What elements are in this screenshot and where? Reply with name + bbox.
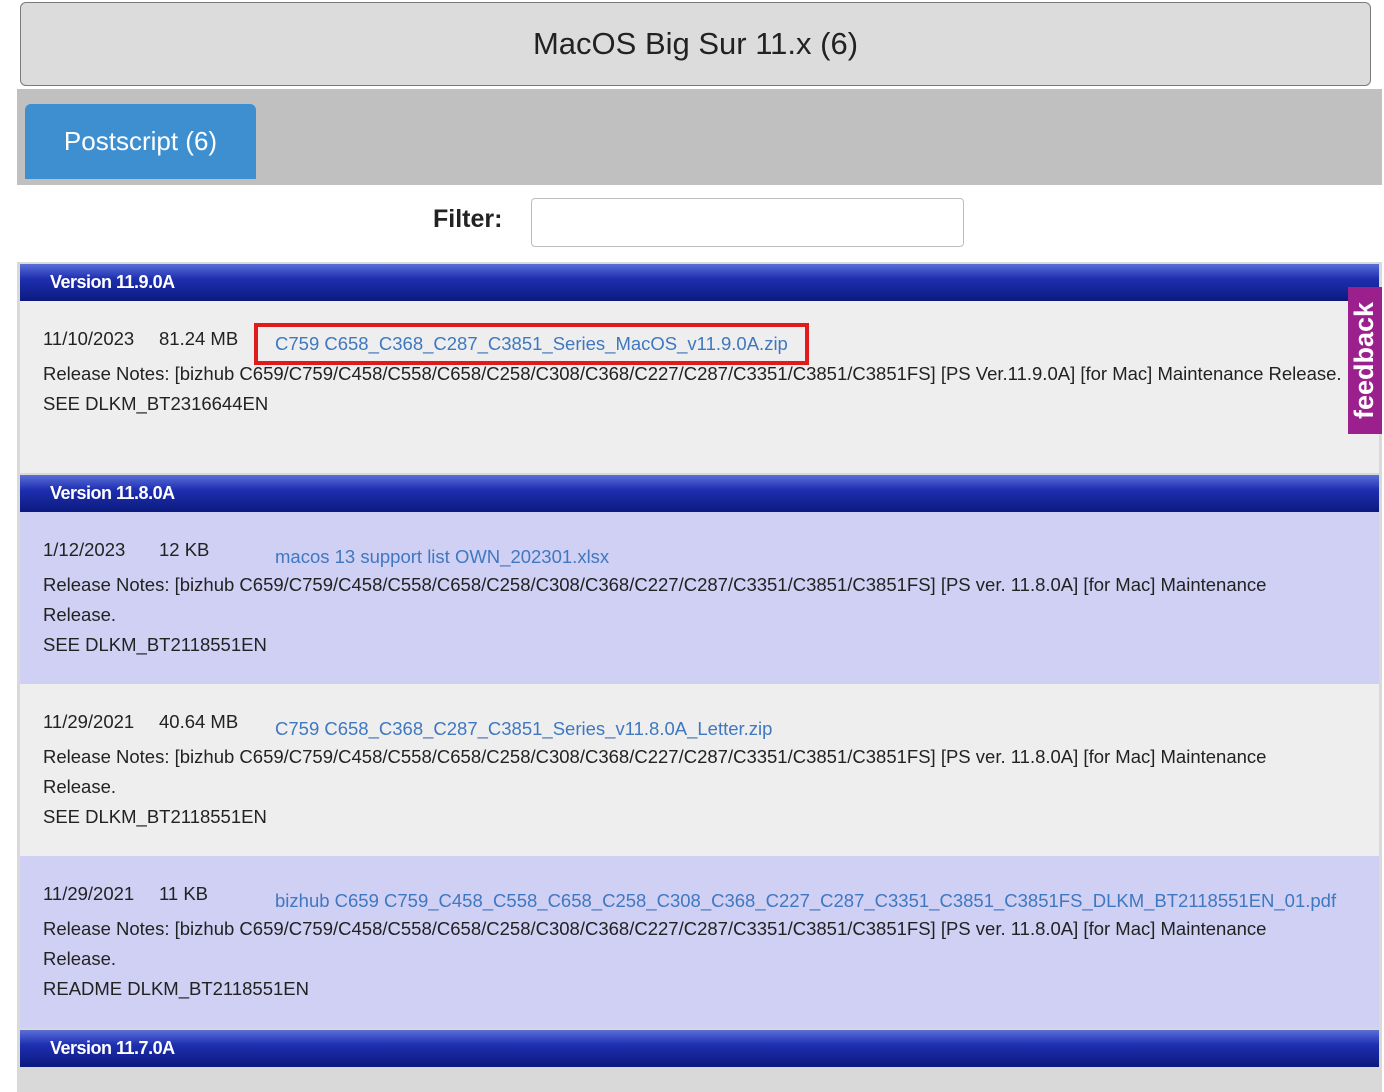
download-link[interactable]: bizhub C659 C759_C458_C558_C658_C258_C30… bbox=[275, 886, 1336, 916]
download-link[interactable]: macos 13 support list OWN_202301.xlsx bbox=[275, 542, 609, 572]
entry-reference: SEE DLKM_BT2118551EN bbox=[43, 806, 267, 827]
entry-date: 11/29/2021 bbox=[43, 883, 135, 904]
tab-postscript[interactable]: Postscript (6) bbox=[25, 104, 256, 179]
download-entry: 11/29/2021 11 KB bizhub C659 C759_C458_C… bbox=[20, 856, 1379, 1028]
filter-input[interactable] bbox=[531, 198, 964, 247]
download-link[interactable]: C759 C658_C368_C287_C3851_Series_MacOS_v… bbox=[254, 323, 809, 365]
entry-reference: README DLKM_BT2118551EN bbox=[43, 978, 309, 999]
os-section-title: MacOS Big Sur 11.x (6) bbox=[532, 26, 859, 61]
entry-size: 40.64 MB bbox=[159, 711, 239, 732]
version-header: Version 11.8.0A bbox=[20, 475, 1379, 512]
entry-size: 11 KB bbox=[159, 883, 209, 904]
entry-reference: SEE DLKM_BT2316644EN bbox=[43, 393, 269, 414]
version-title: Version 11.7.0A bbox=[50, 1038, 175, 1058]
version-title: Version 11.9.0A bbox=[50, 272, 175, 292]
entry-size: 12 KB bbox=[159, 539, 210, 560]
entry-date: 1/12/2023 bbox=[43, 539, 126, 560]
download-entry: 1/12/2023 12 KB macos 13 support list OW… bbox=[20, 512, 1379, 684]
entry-size: 81.24 MB bbox=[159, 328, 239, 349]
entry-date: 11/10/2023 bbox=[43, 328, 135, 349]
tab-postscript-label: Postscript (6) bbox=[63, 126, 218, 156]
version-title: Version 11.8.0A bbox=[50, 483, 175, 503]
feedback-button[interactable]: feedback bbox=[1348, 287, 1382, 434]
driver-type-tab-bar: Postscript (6) bbox=[17, 89, 1382, 185]
feedback-label: feedback bbox=[1349, 301, 1380, 420]
release-notes: Release Notes: [bizhub C659/C759/C458/C5… bbox=[43, 574, 1267, 625]
version-header: Version 11.7.0A bbox=[20, 1030, 1379, 1067]
filter-label: Filter: bbox=[433, 205, 503, 233]
entry-date: 11/29/2021 bbox=[43, 711, 135, 732]
entry-reference: SEE DLKM_BT2118551EN bbox=[43, 634, 267, 655]
download-link[interactable]: C759 C658_C368_C287_C3851_Series_v11.8.0… bbox=[275, 714, 772, 744]
download-list: Version 11.9.0A 11/10/2023 81.24 MB C759… bbox=[17, 262, 1382, 1092]
release-notes: Release Notes: [bizhub C659/C759/C458/C5… bbox=[43, 918, 1267, 969]
release-notes: Release Notes: [bizhub C659/C759/C458/C5… bbox=[43, 363, 1342, 384]
download-entry: 11/10/2023 81.24 MB C759 C658_C368_C287_… bbox=[20, 301, 1379, 473]
release-notes: Release Notes: [bizhub C659/C759/C458/C5… bbox=[43, 746, 1267, 797]
download-entry: 11/29/2021 40.64 MB C759 C658_C368_C287_… bbox=[20, 684, 1379, 856]
version-header: Version 11.9.0A bbox=[20, 264, 1379, 301]
os-section-header[interactable]: MacOS Big Sur 11.x (6) bbox=[20, 2, 1371, 86]
